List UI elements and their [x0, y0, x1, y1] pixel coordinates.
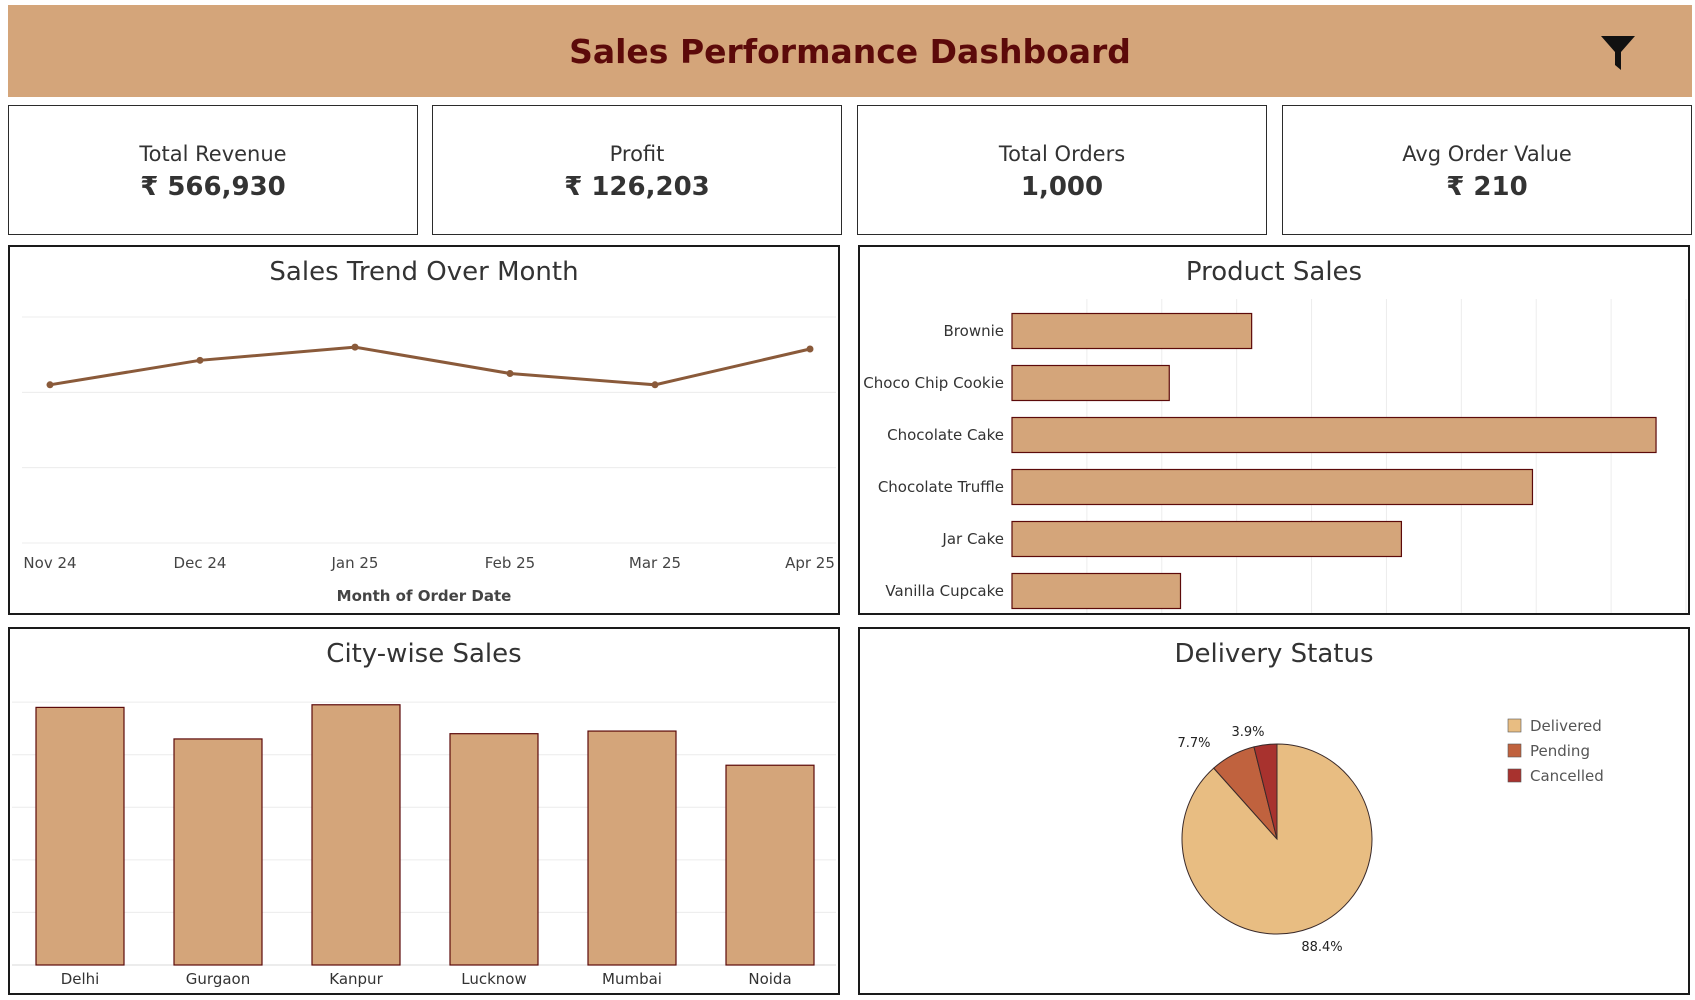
x-tick-label: Noida — [748, 970, 791, 988]
product-sales-panel: Product Sales Brownie Choco Chip Cookie Ch… — [858, 245, 1690, 615]
bar — [1011, 468, 1534, 506]
y-tick-label: Jar Cake — [941, 530, 1004, 548]
y-tick-label: Vanilla Cupcake — [885, 582, 1004, 600]
kpi-value: 1,000 — [1020, 172, 1104, 202]
dashboard-title: Sales Performance Dashboard — [569, 31, 1131, 71]
bar — [725, 764, 815, 966]
dashboard-header: Sales Performance Dashboard — [8, 5, 1692, 97]
x-tick-label: Mumbai — [602, 970, 662, 988]
data-point — [196, 356, 204, 364]
x-tick-label: Lucknow — [461, 970, 527, 988]
data-point — [806, 345, 814, 353]
bar — [587, 730, 677, 966]
x-tick-label: Gurgaon — [186, 970, 250, 988]
y-tick-label: Brownie — [944, 322, 1004, 340]
city-sales-chart: Delhi Gurgaon Kanpur Lucknow Mumbai Noida — [12, 701, 836, 988]
kpi-label: Total Revenue — [139, 142, 287, 166]
y-tick-label: Chocolate Truffle — [878, 478, 1004, 496]
bar — [1011, 416, 1657, 454]
sales-trend-panel: Sales Trend Over Month Nov 24 Dec 24 Jan 2… — [8, 245, 840, 615]
y-tick-label: Chocolate Cake — [887, 426, 1004, 444]
bar — [449, 733, 539, 966]
kpi-label: Avg Order Value — [1402, 142, 1572, 166]
product-sales-chart: Brownie Choco Chip Cookie Chocolate Cake Ch… — [863, 299, 1687, 613]
filter-icon[interactable] — [1600, 34, 1636, 72]
bar — [173, 738, 263, 966]
bar — [35, 706, 125, 966]
kpi-label: Total Orders — [998, 142, 1126, 166]
kpi-total-revenue: Total Revenue ₹ 566,930 — [8, 105, 418, 235]
kpi-value: ₹ 210 — [1446, 172, 1528, 202]
slice-label: 88.4% — [1301, 940, 1342, 955]
slice-label: 7.7% — [1177, 736, 1210, 751]
legend-label: Pending — [1530, 742, 1590, 760]
x-tick-label: Nov 24 — [23, 554, 76, 572]
series-line — [49, 345, 811, 387]
bar — [1011, 572, 1182, 610]
legend-label: Delivered — [1530, 717, 1602, 735]
x-tick-label: Feb 25 — [485, 554, 535, 572]
kpi-profit: Profit ₹ 126,203 — [432, 105, 842, 235]
x-tick-label: Delhi — [61, 970, 100, 988]
x-tick-label: Jan 25 — [331, 554, 379, 572]
bar — [1011, 520, 1403, 558]
kpi-avg-order-value: Avg Order Value ₹ 210 — [1282, 105, 1692, 235]
bar — [1011, 312, 1253, 350]
sales-trend-chart: Nov 24 Dec 24 Jan 25 Feb 25 Mar 25 Apr 25 Mont… — [22, 316, 836, 605]
bar — [1011, 364, 1170, 402]
x-axis-label: Month of Order Date — [337, 587, 512, 605]
kpi-value: ₹ 126,203 — [564, 172, 710, 202]
data-point — [506, 370, 514, 377]
x-tick-label: Dec 24 — [174, 554, 227, 572]
delivery-status-panel: Delivery Status 88.4% 7.7% 3.9% Delivered Pe… — [858, 627, 1690, 995]
legend-swatch — [1507, 743, 1522, 758]
kpi-label: Profit — [609, 142, 665, 166]
data-point — [351, 343, 359, 351]
x-tick-label: Mar 25 — [629, 554, 681, 572]
bar — [311, 704, 401, 966]
data-point — [46, 381, 54, 389]
legend-swatch — [1507, 768, 1522, 783]
slice-label: 3.9% — [1231, 725, 1264, 740]
legend-label: Cancelled — [1530, 767, 1604, 785]
kpi-total-orders: Total Orders 1,000 — [857, 105, 1267, 235]
x-tick-label: Apr 25 — [785, 554, 835, 572]
x-tick-label: Kanpur — [329, 970, 383, 988]
data-point — [651, 381, 659, 389]
city-sales-panel: City-wise Sales Delhi Gurgaon Kanpur Luckno… — [8, 627, 840, 995]
legend-swatch — [1507, 718, 1522, 733]
y-tick-label: Choco Chip Cookie — [863, 374, 1004, 392]
kpi-value: ₹ 566,930 — [140, 172, 286, 202]
delivery-status-chart: 88.4% 7.7% 3.9% Delivered Pending Cancelled — [1177, 717, 1604, 955]
